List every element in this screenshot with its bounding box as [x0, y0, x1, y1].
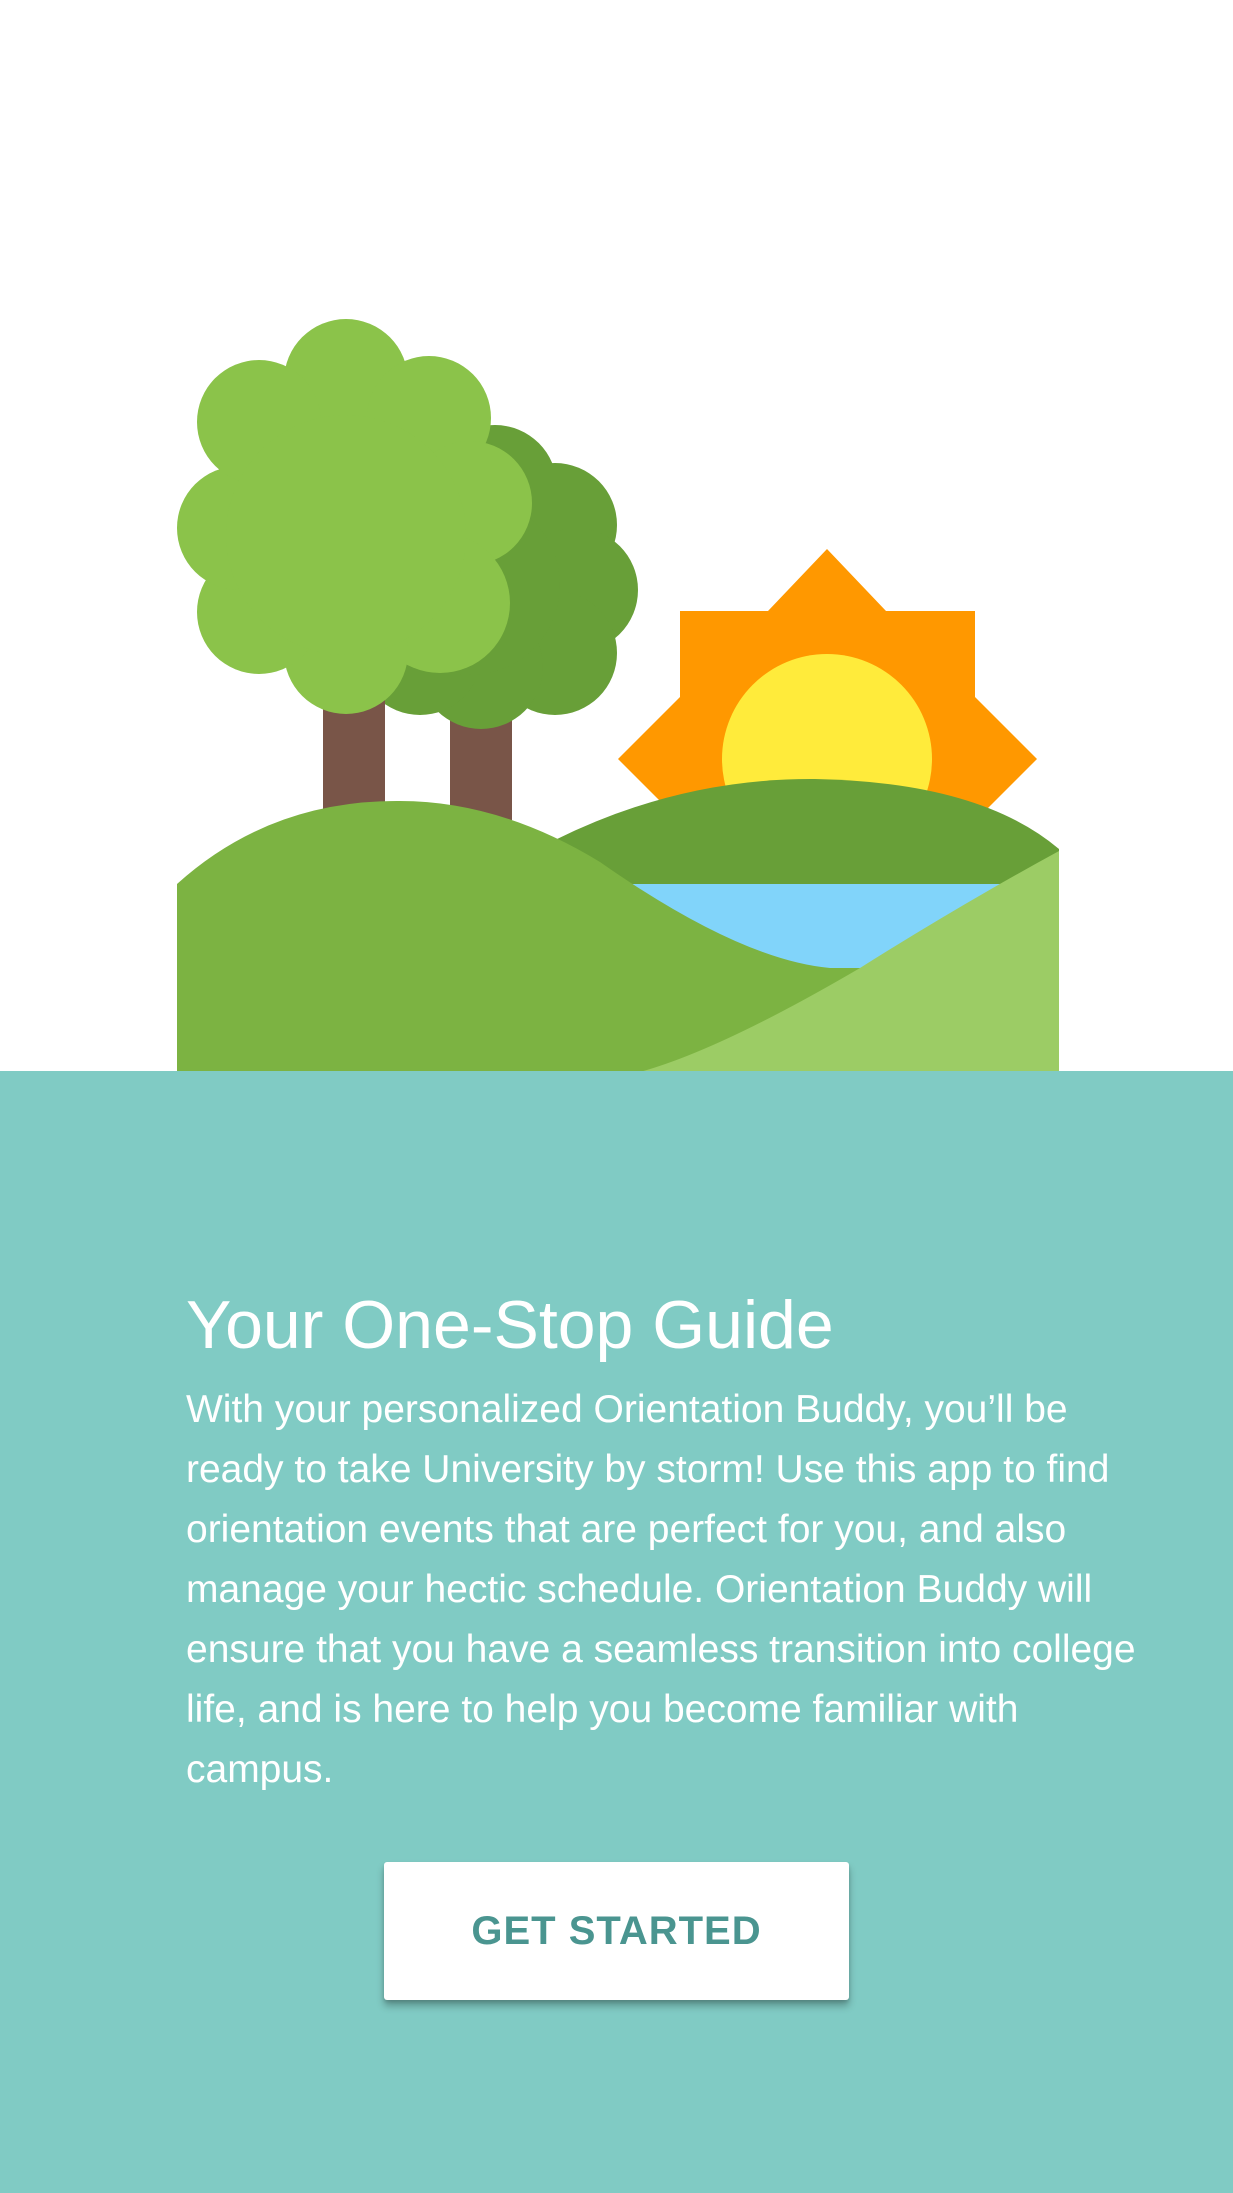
intro-description: With your personalized Orientation Buddy… — [186, 1388, 1136, 1791]
get-started-button[interactable]: GET STARTED — [384, 1862, 849, 2000]
landscape-illustration — [177, 319, 1059, 1072]
hero-illustration-area — [0, 0, 1233, 1072]
page-title: Your One-Stop Guide — [186, 1287, 834, 1363]
onboarding-screen: Your One-Stop Guide With your personaliz… — [0, 0, 1233, 2193]
